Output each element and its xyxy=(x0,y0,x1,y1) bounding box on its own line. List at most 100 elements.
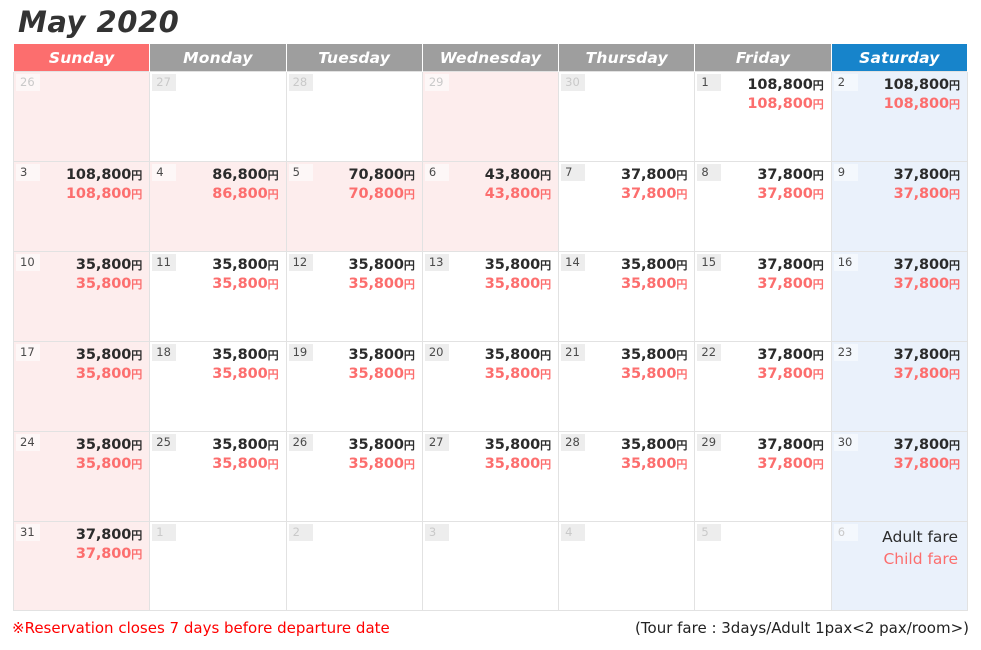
fare-block: 35,800円 35,800円 xyxy=(485,346,551,384)
child-fare: 37,800円 xyxy=(757,455,823,474)
adult-fare-amount: 35,800 xyxy=(212,257,268,273)
yen-symbol: 円 xyxy=(131,278,143,291)
calendar-day-cell[interactable]: 10 35,800円 35,800円 xyxy=(12,251,151,342)
yen-symbol: 円 xyxy=(812,98,824,111)
weekday-header-monday: Monday xyxy=(149,44,287,72)
calendar-day-cell-outside: 30 xyxy=(558,71,696,162)
fare-block: 35,800円 35,800円 xyxy=(76,346,142,384)
yen-symbol: 円 xyxy=(676,259,688,272)
calendar-day-cell[interactable]: 21 35,800円 35,800円 xyxy=(558,341,696,432)
calendar-day-cell[interactable]: 29 37,800円 37,800円 xyxy=(694,431,832,522)
child-fare: 35,800円 xyxy=(485,455,551,474)
day-number: 26 xyxy=(16,74,40,91)
adult-fare-amount: 35,800 xyxy=(348,347,404,363)
adult-fare: 35,800円 xyxy=(621,256,687,275)
calendar-day-cell[interactable]: 12 35,800円 35,800円 xyxy=(285,251,423,342)
yen-symbol: 円 xyxy=(267,259,279,272)
calendar-day-cell[interactable]: 16 37,800円 37,800円 xyxy=(830,251,969,342)
calendar-day-cell[interactable]: 22 37,800円 37,800円 xyxy=(694,341,832,432)
calendar-week-row: 10 35,800円 35,800円 11 35,800円 35,800円 12 35,800… xyxy=(12,251,969,342)
child-fare-amount: 35,800 xyxy=(484,456,541,472)
calendar-day-cell-outside: 5 xyxy=(694,521,832,611)
calendar-day-cell[interactable]: 26 35,800円 35,800円 xyxy=(285,431,423,522)
calendar-body: 26 27 28 29 30 1 108,800円 108,800円 2 108,800円 108,… xyxy=(12,71,969,611)
adult-fare-amount: 37,800 xyxy=(75,527,132,543)
calendar-day-cell-outside: 2 xyxy=(285,521,423,611)
calendar-day-cell[interactable]: 2 108,800円 108,800円 xyxy=(830,71,969,162)
adult-fare: 37,800円 xyxy=(894,436,960,455)
calendar-day-cell[interactable]: 28 35,800円 35,800円 xyxy=(558,431,696,522)
yen-symbol: 円 xyxy=(949,98,960,111)
child-fare-amount: 37,800 xyxy=(757,366,813,382)
calendar-day-cell[interactable]: 5 70,800円 70,800円 xyxy=(285,161,423,252)
child-fare: 70,800円 xyxy=(348,185,414,204)
calendar-day-cell[interactable]: 13 35,800円 35,800円 xyxy=(421,251,560,342)
child-fare-amount: 37,800 xyxy=(893,456,949,472)
day-number: 4 xyxy=(152,164,177,181)
adult-fare: 37,800円 xyxy=(757,256,823,275)
adult-fare-amount: 37,800 xyxy=(893,257,949,273)
weekday-header-wednesday: Wednesday xyxy=(421,44,560,72)
day-number: 24 xyxy=(16,434,40,451)
yen-symbol: 円 xyxy=(403,278,415,291)
calendar-day-cell[interactable]: 3 108,800円 108,800円 xyxy=(12,161,151,252)
adult-fare: 35,800円 xyxy=(621,436,687,455)
calendar-day-cell[interactable]: 14 35,800円 35,800円 xyxy=(558,251,696,342)
adult-fare-amount: 35,800 xyxy=(621,257,677,273)
calendar-day-cell[interactable]: 20 35,800円 35,800円 xyxy=(421,341,560,432)
calendar-root: May 2020 Sunday Monday Tuesday Wednesday Thu… xyxy=(0,0,981,650)
day-number: 28 xyxy=(561,434,586,451)
fare-block: 37,800円 37,800円 xyxy=(894,436,960,474)
adult-fare: 108,800円 xyxy=(66,166,142,185)
adult-fare-amount: 37,800 xyxy=(893,347,949,363)
yen-symbol: 円 xyxy=(131,368,143,381)
adult-fare-amount: 37,800 xyxy=(757,437,813,453)
adult-fare-amount: 35,800 xyxy=(621,347,677,363)
yen-symbol: 円 xyxy=(131,169,143,182)
yen-symbol: 円 xyxy=(812,79,824,92)
yen-symbol: 円 xyxy=(812,278,824,291)
calendar-day-cell[interactable]: 7 37,800円 37,800円 xyxy=(558,161,696,252)
calendar-day-cell[interactable]: 24 35,800円 35,800円 xyxy=(12,431,151,522)
yen-symbol: 円 xyxy=(267,458,279,471)
calendar-day-cell[interactable]: 25 35,800円 35,800円 xyxy=(149,431,287,522)
calendar-day-cell[interactable]: 27 35,800円 35,800円 xyxy=(421,431,560,522)
calendar-day-cell[interactable]: 9 37,800円 37,800円 xyxy=(830,161,969,252)
calendar-day-cell[interactable]: 6 43,800円 43,800円 xyxy=(421,161,560,252)
adult-fare: 37,800円 xyxy=(894,256,960,275)
child-fare-amount: 37,800 xyxy=(893,366,949,382)
yen-symbol: 円 xyxy=(540,188,552,201)
fare-block: 86,800円 86,800円 xyxy=(212,166,278,204)
child-fare: 35,800円 xyxy=(76,455,142,474)
adult-fare-amount: 108,800 xyxy=(883,77,949,93)
adult-fare: 35,800円 xyxy=(76,436,142,455)
calendar-day-cell[interactable]: 17 35,800円 35,800円 xyxy=(12,341,151,432)
calendar-day-cell[interactable]: 15 37,800円 37,800円 xyxy=(694,251,832,342)
adult-fare: 35,800円 xyxy=(212,436,278,455)
day-number: 10 xyxy=(16,254,40,271)
calendar-week-row: 26 27 28 29 30 1 108,800円 108,800円 2 108,800円 108,… xyxy=(12,71,969,162)
adult-fare: 35,800円 xyxy=(76,256,142,275)
yen-symbol: 円 xyxy=(949,458,960,471)
calendar-day-cell[interactable]: 8 37,800円 37,800円 xyxy=(694,161,832,252)
adult-fare: 37,800円 xyxy=(894,166,960,185)
child-fare: 35,800円 xyxy=(348,365,414,384)
child-fare: 37,800円 xyxy=(894,185,960,204)
calendar-day-cell[interactable]: 1 108,800円 108,800円 xyxy=(694,71,832,162)
calendar-day-cell[interactable]: 4 86,800円 86,800円 xyxy=(149,161,287,252)
calendar-day-cell[interactable]: 30 37,800円 37,800円 xyxy=(830,431,969,522)
calendar-day-cell[interactable]: 23 37,800円 37,800円 xyxy=(830,341,969,432)
day-number: 29 xyxy=(697,434,722,451)
fare-block: 35,800円 35,800円 xyxy=(212,346,278,384)
calendar-day-cell[interactable]: 19 35,800円 35,800円 xyxy=(285,341,423,432)
child-fare-amount: 37,800 xyxy=(893,276,949,292)
adult-fare-amount: 43,800 xyxy=(484,167,541,183)
child-fare-amount: 35,800 xyxy=(484,366,541,382)
adult-fare: 37,800円 xyxy=(894,346,960,365)
calendar-day-cell[interactable]: 31 37,800円 37,800円 xyxy=(12,521,151,611)
yen-symbol: 円 xyxy=(949,278,960,291)
adult-fare-amount: 35,800 xyxy=(75,347,132,363)
calendar-day-cell[interactable]: 11 35,800円 35,800円 xyxy=(149,251,287,342)
day-number: 1 xyxy=(697,74,722,91)
calendar-day-cell[interactable]: 18 35,800円 35,800円 xyxy=(149,341,287,432)
